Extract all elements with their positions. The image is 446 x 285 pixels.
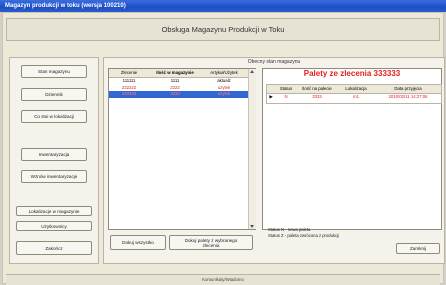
zakoncz-button[interactable]: Zakończ [16, 241, 92, 255]
scroll-up-icon[interactable] [250, 70, 254, 73]
orders-list[interactable]: Zlecenie Ilość w magazynie Artykuł/Użyte… [108, 68, 256, 230]
scroll-down-icon[interactable] [250, 225, 254, 228]
orders-scrollbar[interactable] [248, 69, 256, 229]
col-ilosc[interactable]: Ilość w magazynie [149, 69, 201, 77]
pallets-grid-header: Status Ilość na palecie Lokalizacja Data… [267, 85, 441, 94]
window-title: Magazyn produkcji w toku (wersja 100210) [0, 0, 446, 12]
dokuj-palety-button[interactable]: Dokuj palety z wybranego zlecenia [169, 235, 253, 250]
col-zlecenie[interactable]: Zlecenie [109, 69, 149, 77]
messages-bar: Komunikaty/Wiadomo [6, 274, 440, 285]
table-row[interactable]: ▶ N 3333 m1 2010/02/11 14:27:06 [267, 94, 441, 101]
co-stoi-button[interactable]: Co stoi w lokalizacji [21, 110, 87, 123]
row-pointer-icon: ▶ [269, 94, 273, 99]
app-header: Obsługa Magazynu Produkcji w Toku [6, 18, 440, 41]
wznow-inwentaryzacje-button[interactable]: Wznów inwentaryzacje [21, 170, 87, 183]
orders-list-header: Zlecenie Ilość w magazynie Artykuł/Użyte… [109, 69, 255, 78]
dokuj-wszystko-button[interactable]: Dokuj wszystko [110, 235, 166, 250]
dziennik-button[interactable]: Dziennik [21, 88, 87, 101]
pallets-title: Palety ze zlecenia 333333 [303, 69, 401, 78]
inwentaryzacja-button[interactable]: Inwentaryzacja [21, 148, 87, 161]
stock-panel-title: Obecny stan magazynu [247, 59, 301, 65]
lokalizacje-button[interactable]: Lokalizacje w magazynie [16, 206, 92, 216]
pallets-grid[interactable]: Status Ilość na palecie Lokalizacja Data… [266, 84, 442, 104]
col-artykul[interactable]: Artykuł/Użytek [201, 69, 247, 77]
table-row-selected[interactable]: 333333 3333 uzytek [109, 91, 255, 98]
uzytkownicy-button[interactable]: Użytkownicy [16, 221, 92, 231]
stan-magazynu-button[interactable]: Stan magazynu [21, 65, 87, 78]
status-legend: Status N - nowa paleta Status Z - paleta… [268, 227, 339, 238]
zamknij-button[interactable]: Zamknij [396, 243, 440, 254]
